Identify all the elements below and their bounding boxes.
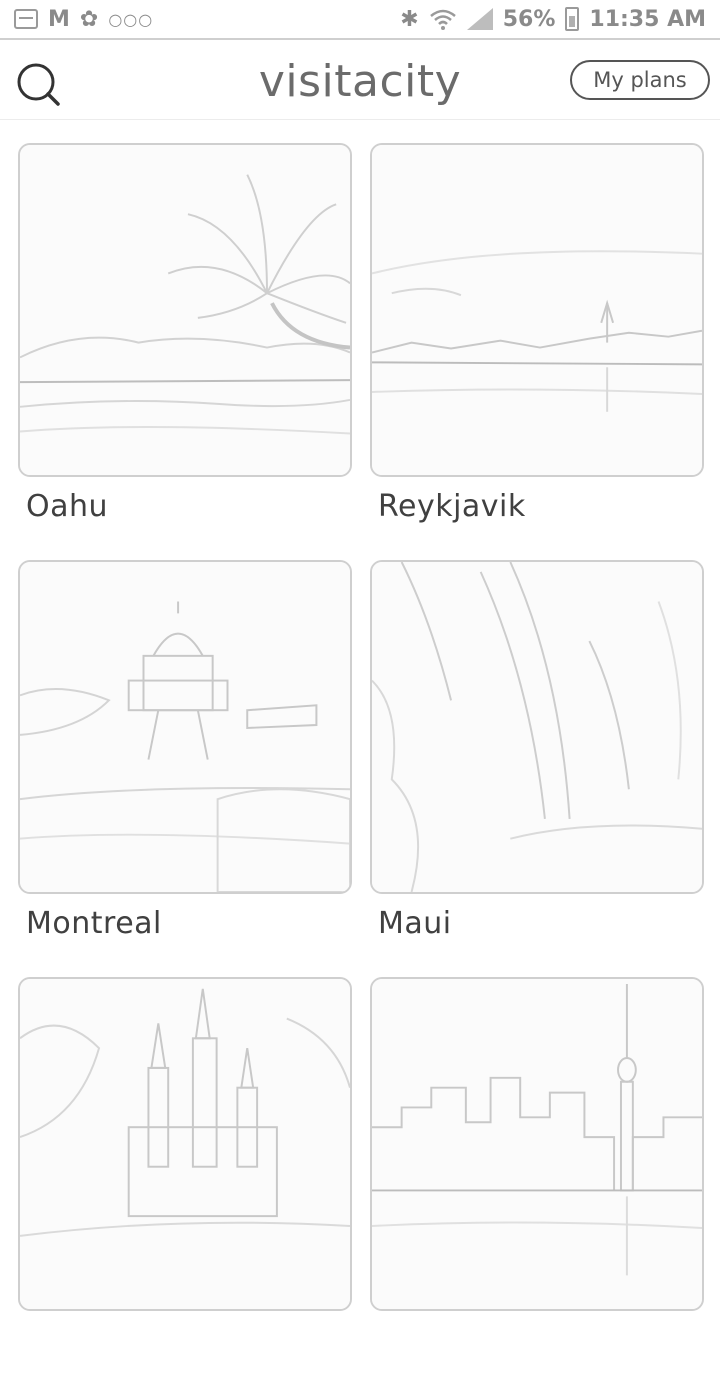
status-left: M ✿ ○○○ [14,7,153,32]
dots-icon: ○○○ [108,9,154,29]
clock: 11:35 AM [589,6,706,32]
city-card-skyline[interactable] [370,977,704,1394]
gallery-icon [14,9,38,29]
city-card-castle[interactable] [18,977,352,1394]
status-bar: M ✿ ○○○ ✱ 56% 11:35 AM [0,0,720,40]
city-image-reykjavik [370,143,704,477]
signal-icon [466,8,493,30]
city-card-maui[interactable]: Maui [370,560,704,977]
city-image-castle [18,977,352,1311]
city-name: Reykjavik [378,489,526,524]
city-card-oahu[interactable]: Oahu [18,143,352,560]
city-name: Maui [378,906,452,941]
city-name: Oahu [26,489,109,524]
battery-percent: 56% [502,6,556,32]
flower-icon: ✿ [79,6,99,32]
wifi-icon [429,9,456,30]
city-image-skyline [370,977,704,1311]
battery-icon [565,7,580,31]
city-image-oahu [18,143,352,477]
city-name: Montreal [26,906,162,941]
app-header: visitacity My plans [0,42,720,120]
city-image-maui [370,560,704,894]
city-card-reykjavik[interactable]: Reykjavik [370,143,704,560]
my-plans-button[interactable]: My plans [570,60,710,100]
mail-icon: M [48,6,70,32]
bluetooth-icon: ✱ [400,6,419,32]
city-image-montreal [18,560,352,894]
city-grid: Oahu Reykjavik Montreal Maui [18,143,704,1394]
city-card-montreal[interactable]: Montreal [18,560,352,977]
status-right: ✱ 56% 11:35 AM [400,7,706,32]
